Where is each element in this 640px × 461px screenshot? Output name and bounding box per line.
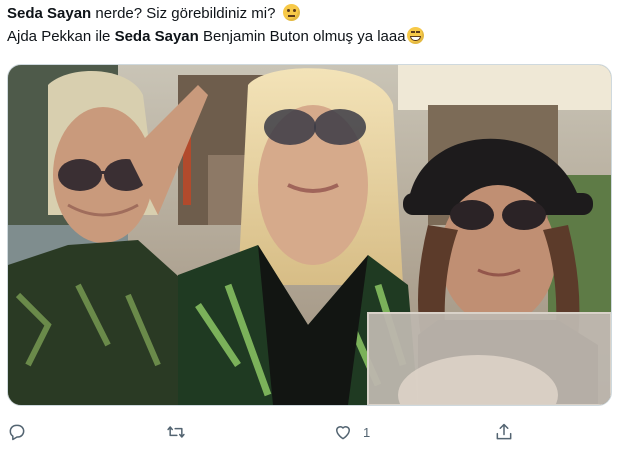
retweet-button[interactable]	[166, 418, 186, 446]
tweet-line-1: Seda Sayan nerde? Siz görebildiniz mi?	[7, 2, 633, 25]
reply-button[interactable]	[7, 418, 27, 446]
tweet-line-2-suffix: Benjamin Buton olmuş ya laaa	[198, 28, 406, 45]
face-with-rolling-eyes-emoji-icon	[282, 4, 300, 21]
retweet-icon	[167, 426, 185, 438]
share-button[interactable]	[494, 418, 514, 446]
like-button[interactable]: 1	[333, 418, 370, 446]
mention-name-1: Seda Sayan	[7, 5, 92, 22]
tweet-line-1-text: nerde? Siz görebildiniz mi?	[91, 5, 276, 22]
share-icon	[496, 423, 512, 440]
mention-name-2: Seda Sayan	[114, 28, 199, 45]
heart-icon	[336, 426, 350, 440]
reply-icon	[9, 424, 25, 441]
tweet-photo[interactable]	[7, 64, 612, 406]
tweet-line-2-prefix: Ajda Pekkan ile	[7, 28, 115, 45]
tweet-actions: 1	[0, 418, 640, 446]
like-count: 1	[363, 424, 371, 440]
tweet-text: Seda Sayan nerde? Siz görebildiniz mi? A…	[7, 2, 633, 48]
photo-three-women-sunglasses	[8, 65, 611, 405]
grinning-squinting-face-emoji-icon	[406, 27, 424, 44]
tweet-line-2: Ajda Pekkan ile Seda Sayan Benjamin Buto…	[7, 25, 633, 48]
